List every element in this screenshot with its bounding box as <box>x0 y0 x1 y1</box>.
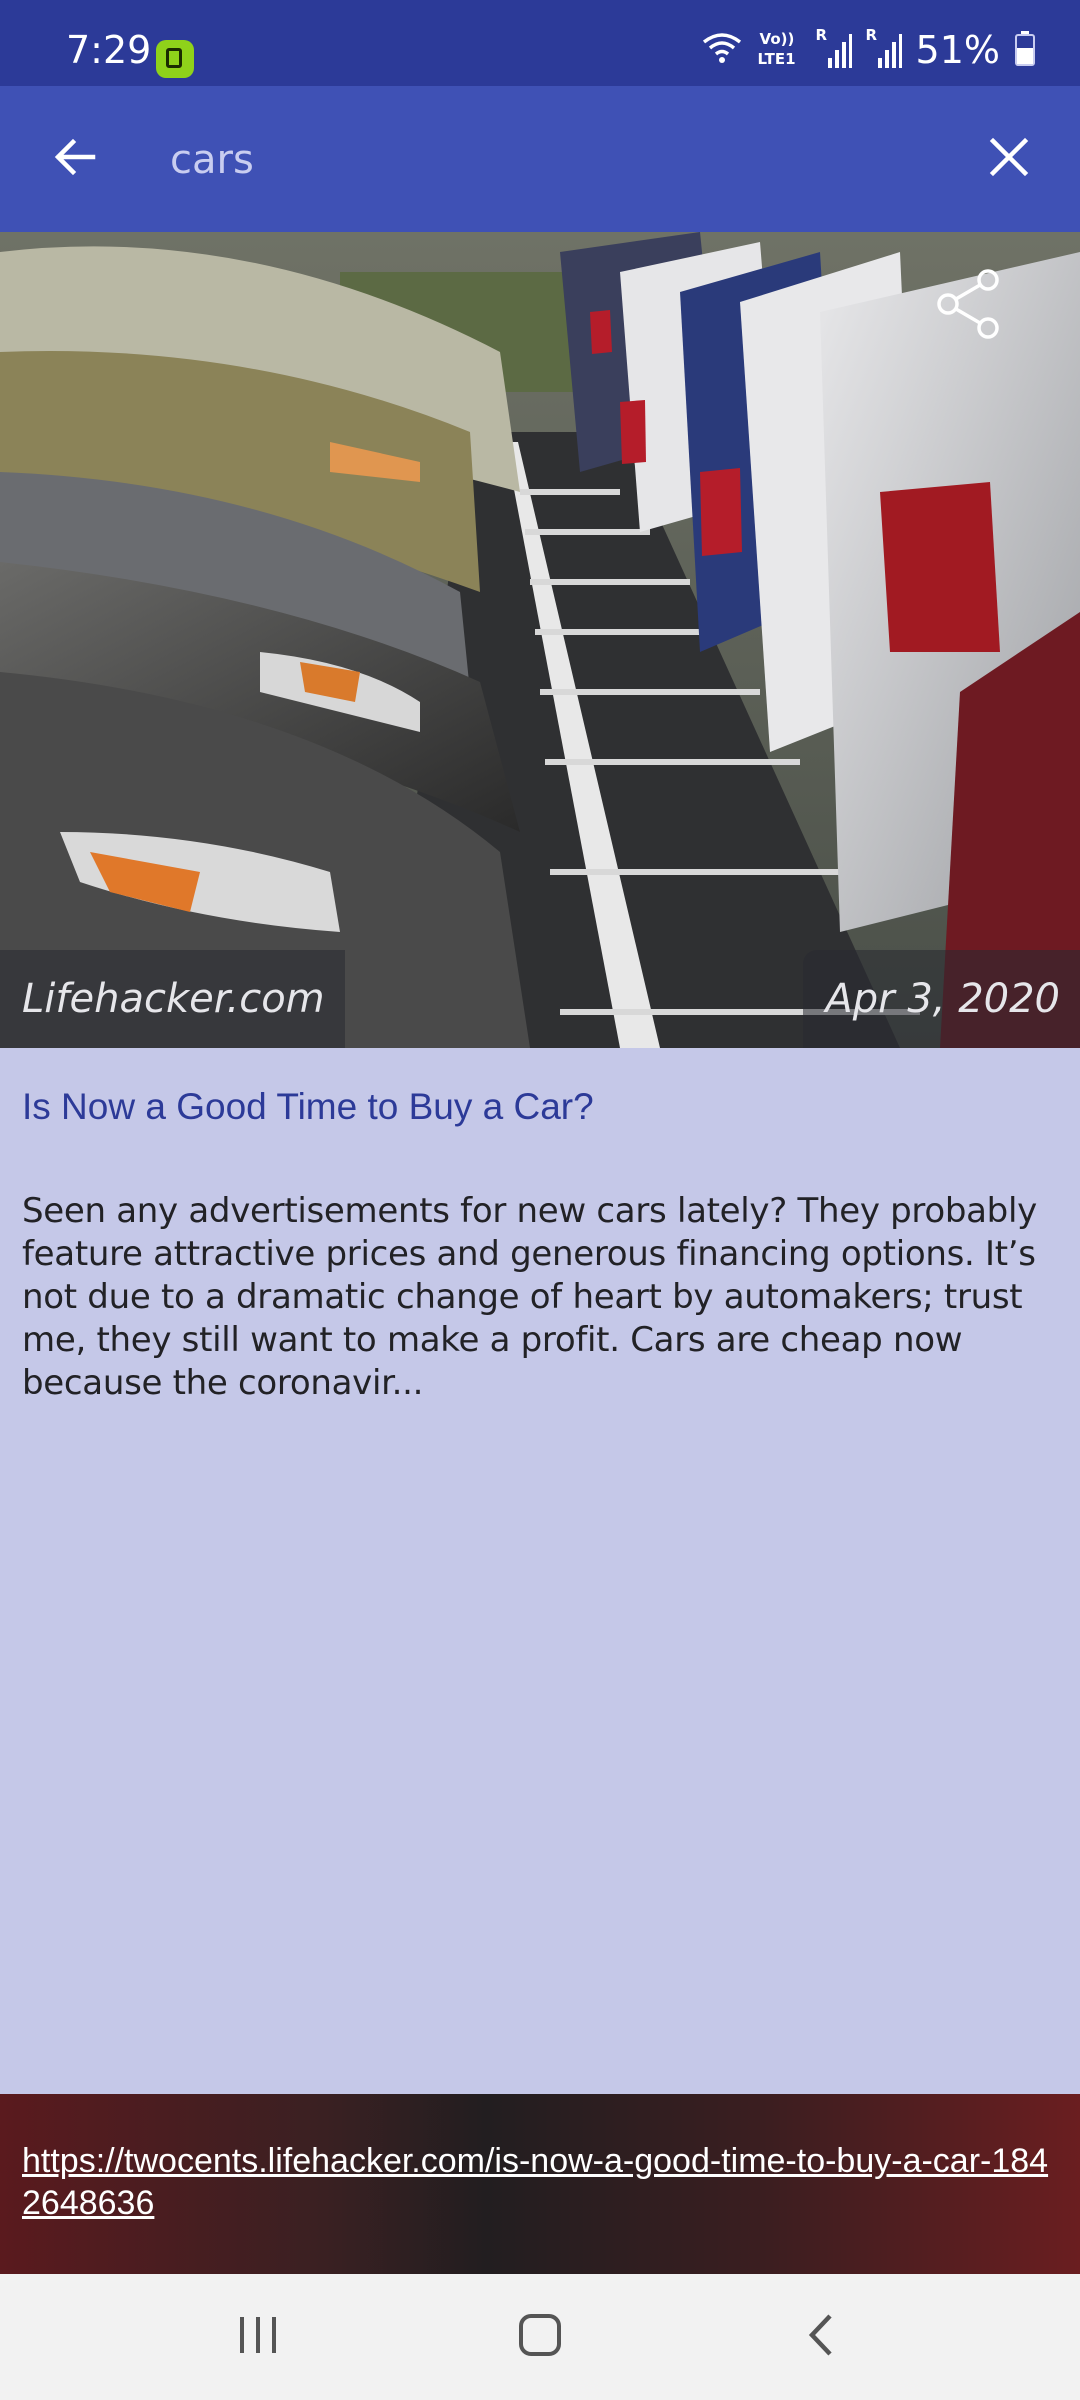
article-card: Is Now a Good Time to Buy a Car? Seen an… <box>0 1048 1080 2094</box>
back-icon <box>804 2312 840 2362</box>
signal-icon: R <box>866 26 902 70</box>
article-title[interactable]: Is Now a Good Time to Buy a Car? <box>22 1084 1052 1130</box>
home-button[interactable] <box>500 2304 580 2370</box>
status-time: 7:29 <box>66 28 152 72</box>
screen-recorder-icon <box>156 40 194 78</box>
parked-cars-image <box>0 232 1080 1048</box>
close-icon <box>987 135 1031 183</box>
share-button[interactable] <box>930 264 1010 344</box>
wifi-icon <box>700 30 744 70</box>
recents-button[interactable] <box>218 2304 298 2370</box>
signal-icon: R <box>816 26 852 70</box>
search-input[interactable]: cars <box>170 136 254 184</box>
article-link-bar: https://twocents.lifehacker.com/is-now-a… <box>0 2094 1080 2274</box>
back-button[interactable] <box>40 124 110 194</box>
article-date: Apr 3, 2020 <box>803 950 1080 1048</box>
search-app-bar: cars <box>0 86 1080 232</box>
article-image[interactable]: Lifehacker.com Apr 3, 2020 <box>0 232 1080 1048</box>
arrow-left-icon <box>51 133 99 185</box>
article-url-link[interactable]: https://twocents.lifehacker.com/is-now-a… <box>22 2140 1062 2224</box>
status-bar: 7:29 Vo)) LTE1 R R 51% <box>0 0 1080 86</box>
battery-icon <box>1014 30 1036 70</box>
battery-percent: 51% <box>915 28 1000 72</box>
recents-icon <box>236 2315 280 2359</box>
clear-search-button[interactable] <box>974 124 1044 194</box>
system-nav-bar <box>0 2274 1080 2400</box>
volte-lte-icon: Vo)) LTE1 <box>758 30 802 70</box>
home-icon <box>517 2312 563 2362</box>
share-icon <box>930 269 1010 348</box>
network-label-top: Vo)) <box>759 30 795 48</box>
status-icons: Vo)) LTE1 R R 51% <box>700 26 1036 72</box>
article-source: Lifehacker.com <box>0 950 345 1048</box>
article-summary: Seen any advertisements for new cars lat… <box>22 1191 1037 1403</box>
back-nav-button[interactable] <box>782 2304 862 2370</box>
network-label-bottom: LTE1 <box>757 50 796 68</box>
